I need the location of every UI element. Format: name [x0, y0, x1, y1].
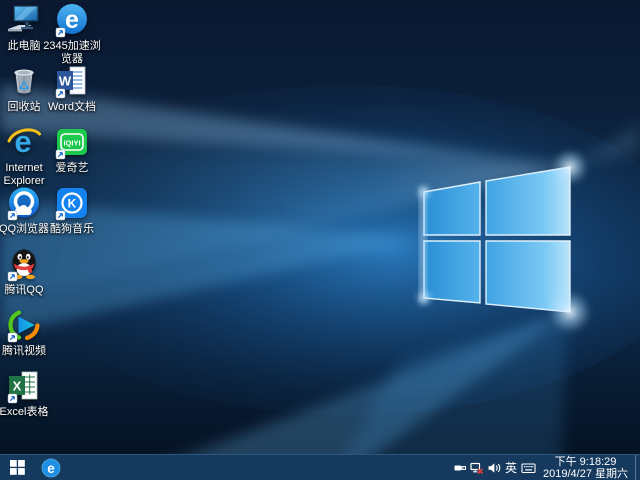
usb-glyph-icon	[453, 461, 467, 475]
shortcut-arrow-badge	[8, 272, 17, 281]
shortcut-arrow-badge	[56, 211, 65, 220]
svg-text:K: K	[68, 197, 77, 211]
icon-label: 酷狗音乐	[50, 223, 94, 236]
shortcut-arrow-badge	[8, 394, 17, 403]
browser-taskbar-icon[interactable]: e	[34, 455, 68, 480]
clock-time: 下午 9:18:29	[543, 456, 628, 468]
shortcut-arrow-badge	[56, 28, 65, 37]
icon-label: Excel表格	[0, 406, 48, 419]
desktop-icon-tencent-qq[interactable]: 腾讯QQ	[0, 246, 58, 297]
shortcut-arrow-badge	[8, 333, 17, 342]
internet-explorer-icon: e	[6, 124, 42, 160]
usb-device-icon[interactable]	[451, 455, 468, 480]
icon-label: 腾讯视频	[2, 345, 46, 358]
svg-text:W: W	[59, 74, 72, 89]
ime-indicator[interactable]: 英	[502, 459, 520, 476]
excel-icon: X	[6, 368, 42, 404]
keyboard-glyph-icon	[521, 461, 536, 475]
desktop-icon-iqiyi[interactable]: iQIYI 爱奇艺	[38, 124, 106, 175]
iqiyi-icon: iQIYI	[54, 124, 90, 160]
tencent-qq-icon	[6, 246, 42, 282]
recycle-bin-icon	[6, 63, 42, 99]
desktop-icon-excel[interactable]: X Excel表格	[0, 368, 58, 419]
svg-text:e: e	[65, 6, 79, 34]
taskbar-clock[interactable]: 下午 9:18:29 2019/4/27 星期六	[537, 455, 635, 480]
touch-keyboard-icon[interactable]	[520, 455, 537, 480]
qq-browser-icon	[6, 185, 42, 221]
tencent-video-icon	[6, 307, 42, 343]
browser-2345-icon: e	[54, 2, 90, 38]
word-icon: W	[54, 63, 90, 99]
start-button[interactable]	[0, 455, 34, 480]
icon-label: 回收站	[8, 101, 41, 114]
network-disconnected-glyph-icon	[469, 461, 484, 475]
kugou-music-icon: K	[54, 185, 90, 221]
svg-text:X: X	[13, 379, 22, 394]
windows-logo-icon	[10, 460, 25, 475]
desktop[interactable]: 此电脑 e 2345加速浏览器 回收站	[0, 0, 640, 480]
shortcut-arrow-badge	[8, 211, 17, 220]
desktop-icon-kugou-music[interactable]: K 酷狗音乐	[38, 185, 106, 236]
network-status-icon[interactable]	[468, 455, 485, 480]
shortcut-arrow-badge	[56, 150, 65, 159]
icon-label: 腾讯QQ	[4, 284, 43, 297]
icon-label: 此电脑	[8, 40, 41, 53]
desktop-icon-browser-2345[interactable]: e 2345加速浏览器	[38, 2, 106, 66]
svg-text:iQIYI: iQIYI	[63, 139, 80, 148]
clock-date: 2019/4/27 星期六	[543, 468, 628, 480]
shortcut-arrow-badge	[56, 89, 65, 98]
svg-text:e: e	[47, 460, 55, 475]
speaker-glyph-icon	[487, 461, 501, 475]
browser-e-icon: e	[41, 458, 61, 478]
desktop-icon-tencent-video[interactable]: 腾讯视频	[0, 307, 58, 358]
volume-icon[interactable]	[485, 455, 502, 480]
desktop-icon-word[interactable]: W Word文档	[38, 63, 106, 114]
this-pc-icon	[6, 2, 42, 38]
show-desktop-button[interactable]	[635, 455, 640, 480]
icon-label: Word文档	[48, 101, 96, 114]
taskbar: e	[0, 454, 640, 480]
system-tray: 英 下午 9:18:29 2019/4/27 星期六	[451, 455, 640, 480]
icon-label: 爱奇艺	[56, 162, 89, 175]
